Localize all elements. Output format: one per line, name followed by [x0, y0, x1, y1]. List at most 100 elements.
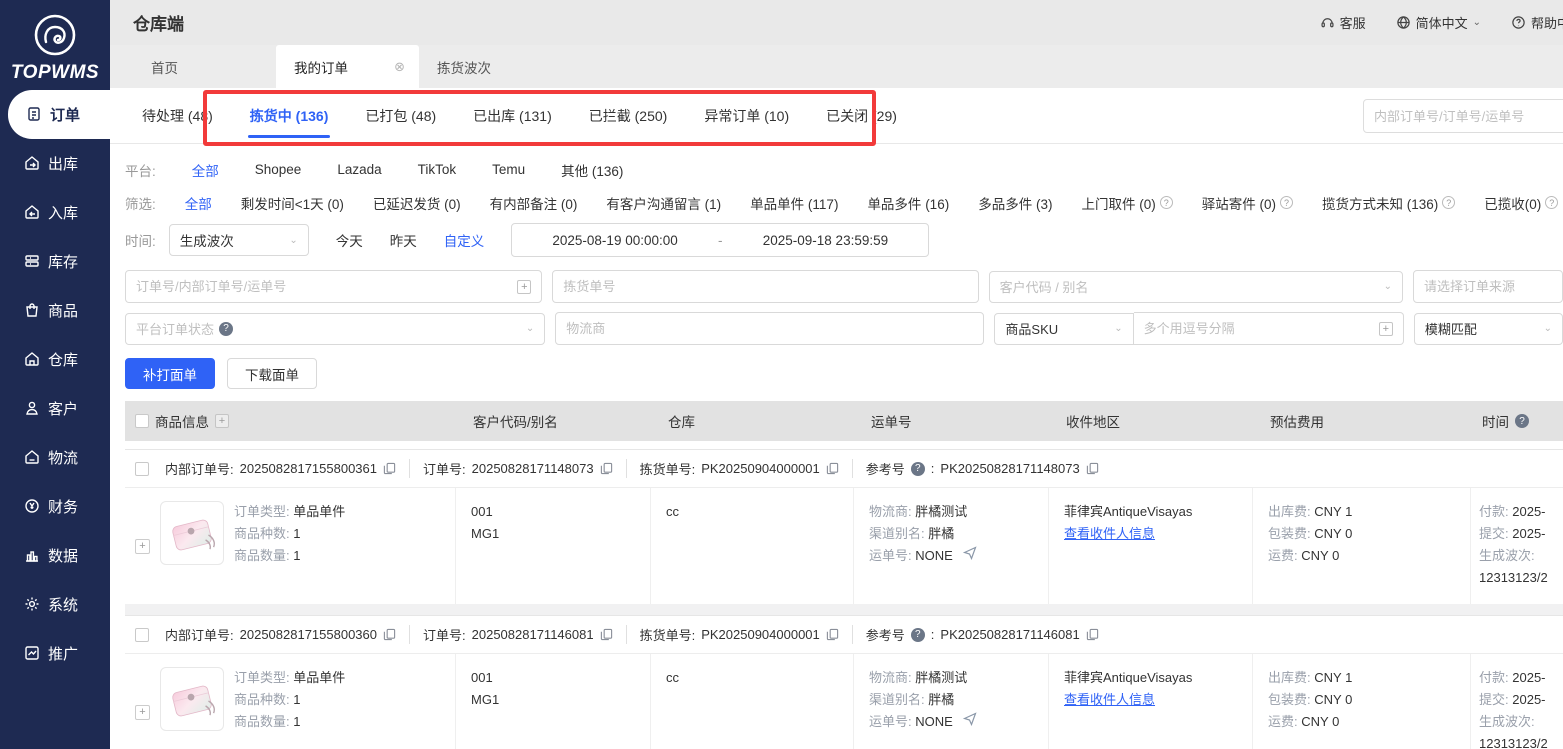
- filter-collected[interactable]: 已揽收(0)?: [1484, 193, 1559, 213]
- view-recipient-link[interactable]: 查看收件人信息: [1064, 523, 1242, 545]
- status-tab-pending[interactable]: 待处理 (48): [140, 88, 215, 144]
- sidebar-item-products[interactable]: 商品: [0, 286, 110, 335]
- logistics-label: 物流商:: [869, 504, 912, 519]
- view-recipient-link[interactable]: 查看收件人信息: [1064, 689, 1242, 711]
- order-search-input[interactable]: [1363, 99, 1563, 133]
- copy-icon[interactable]: [1086, 628, 1099, 641]
- expand-row-icon[interactable]: +: [135, 538, 150, 554]
- gear-icon: [24, 596, 41, 613]
- platform-all[interactable]: 全部: [192, 160, 219, 180]
- sidebar-item-data[interactable]: 数据: [0, 531, 110, 580]
- match-mode-select[interactable]: 模糊匹配 ⌄: [1413, 312, 1563, 345]
- filter-pickup-unknown[interactable]: 揽货方式未知 (136)?: [1322, 193, 1456, 213]
- order-source-input[interactable]: [1424, 279, 1552, 294]
- chevron-down-icon: ⌄: [1383, 281, 1392, 292]
- filter-customer-message[interactable]: 有客户沟通留言 (1): [606, 193, 721, 213]
- sidebar-item-system[interactable]: 系统: [0, 580, 110, 629]
- filter-door-pickup[interactable]: 上门取件 (0)?: [1081, 193, 1173, 213]
- filter-single-single[interactable]: 单品单件 (117): [750, 193, 838, 213]
- customer-code-select[interactable]: 客户代码 / 别名 ⌄: [988, 270, 1403, 303]
- sku-type-select[interactable]: 商品SKU ⌄: [994, 312, 1134, 345]
- time-today[interactable]: 今天: [336, 230, 363, 250]
- region-value: 菲律宾AntiqueVisayas: [1064, 670, 1193, 685]
- order-no-label: 订单号:: [423, 628, 466, 643]
- sidebar-item-label: 库存: [48, 254, 79, 271]
- cell-time: 付款: 2025- 提交: 2025- 生成波次: 12313123/2: [1470, 654, 1563, 749]
- order-no-input[interactable]: [136, 279, 512, 294]
- status-tab-abnormal[interactable]: 异常订单 (10): [702, 88, 791, 144]
- logistics-input[interactable]: [566, 321, 974, 336]
- time-type-select[interactable]: 生成波次 ⌄: [168, 224, 309, 256]
- copy-icon[interactable]: [383, 462, 396, 475]
- copy-icon[interactable]: [383, 628, 396, 641]
- sidebar-item-inbound[interactable]: 入库: [0, 188, 110, 237]
- platform-status-select[interactable]: 平台订单状态? ⌄: [125, 312, 546, 345]
- close-tab-icon[interactable]: ⊗: [394, 59, 405, 75]
- download-label-button[interactable]: 下载面单: [227, 358, 317, 389]
- row-checkbox[interactable]: [135, 627, 149, 642]
- copy-icon[interactable]: [826, 462, 839, 475]
- sidebar-item-promotion[interactable]: 推广: [0, 629, 110, 678]
- sidebar-item-warehouse[interactable]: 仓库: [0, 335, 110, 384]
- customer-code: 001: [471, 504, 493, 519]
- expand-input-icon[interactable]: +: [1378, 321, 1393, 336]
- filter-single-multi[interactable]: 单品多件 (16): [867, 193, 949, 213]
- platform-temu[interactable]: Temu: [492, 162, 525, 177]
- expand-input-icon[interactable]: +: [517, 279, 532, 294]
- date-range-picker[interactable]: 2025-08-19 00:00:00 - 2025-09-18 23:59:5…: [511, 223, 930, 257]
- sidebar-item-finance[interactable]: 财务: [0, 482, 110, 531]
- chevron-down-icon: ⌄: [289, 234, 298, 246]
- help-center-button[interactable]: 帮助中心: [1511, 13, 1563, 32]
- filter-collected-label: 已揽收(0): [1484, 196, 1542, 212]
- sidebar-item-inventory[interactable]: 库存: [0, 237, 110, 286]
- customer-service-button[interactable]: 客服: [1320, 13, 1366, 32]
- filter-delayed[interactable]: 已延迟发货 (0): [373, 193, 461, 213]
- pick-no-value: PK20250904000001: [701, 461, 820, 476]
- row-checkbox[interactable]: [135, 461, 149, 476]
- status-tab-shipped[interactable]: 已出库 (131): [471, 88, 554, 144]
- send-icon[interactable]: [962, 711, 977, 733]
- filter-multi-multi[interactable]: 多品多件 (3): [978, 193, 1052, 213]
- sku-kinds-label: 商品种数:: [234, 526, 290, 541]
- platform-tiktok[interactable]: TikTok: [418, 162, 457, 177]
- time-custom[interactable]: 自定义: [444, 230, 485, 250]
- platform-shopee[interactable]: Shopee: [255, 162, 302, 177]
- waybill-value: NONE: [915, 714, 953, 729]
- status-tab-packed[interactable]: 已打包 (48): [363, 88, 438, 144]
- sidebar-item-logistics[interactable]: 物流: [0, 433, 110, 482]
- filter-remaining-time[interactable]: 剩发时间<1天 (0): [241, 193, 344, 213]
- copy-icon[interactable]: [600, 628, 613, 641]
- copy-icon[interactable]: [600, 462, 613, 475]
- search-inputs-row-1: + 客户代码 / 别名 ⌄: [110, 270, 1563, 303]
- send-icon[interactable]: [962, 545, 977, 567]
- time-yesterday[interactable]: 昨天: [390, 230, 417, 250]
- time-type-value: 生成波次: [179, 234, 234, 249]
- tab-my-orders[interactable]: 我的订单 ⊗: [276, 45, 419, 88]
- platform-other[interactable]: 其他 (136): [561, 160, 623, 180]
- sku-input[interactable]: [1143, 321, 1373, 336]
- filter-internal-note[interactable]: 有内部备注 (0): [490, 193, 578, 213]
- page-tabstrip: 首页 我的订单 ⊗ 拣货波次: [110, 45, 1563, 88]
- product-image: [160, 667, 224, 731]
- order-no-value: 20250828171148073: [471, 461, 594, 476]
- filter-station-send[interactable]: 驿站寄件 (0)?: [1202, 193, 1293, 213]
- tab-pick-wave[interactable]: 拣货波次: [419, 45, 562, 88]
- reprint-label-button[interactable]: 补打面单: [125, 358, 215, 389]
- pick-no: 拣货单号: PK20250904000001: [625, 459, 852, 478]
- status-tab-intercepted[interactable]: 已拦截 (250): [587, 88, 670, 144]
- select-all-checkbox[interactable]: [135, 414, 149, 428]
- pick-no-input[interactable]: [563, 279, 968, 294]
- copy-icon[interactable]: [826, 628, 839, 641]
- expand-column-icon[interactable]: +: [215, 414, 229, 428]
- status-tab-picking[interactable]: 拣货中 (136): [247, 88, 331, 144]
- expand-row-icon[interactable]: +: [135, 704, 150, 720]
- platform-lazada[interactable]: Lazada: [337, 162, 381, 177]
- status-tab-closed[interactable]: 已关闭 (29): [824, 88, 899, 144]
- sidebar-item-orders[interactable]: 订单: [8, 90, 110, 139]
- tab-home[interactable]: 首页: [133, 45, 276, 88]
- language-switcher[interactable]: 简体中文 ⌄: [1396, 13, 1481, 32]
- sidebar-item-outbound[interactable]: 出库: [0, 139, 110, 188]
- copy-icon[interactable]: [1086, 462, 1099, 475]
- sidebar-item-customers[interactable]: 客户: [0, 384, 110, 433]
- filter-all[interactable]: 全部: [185, 193, 212, 213]
